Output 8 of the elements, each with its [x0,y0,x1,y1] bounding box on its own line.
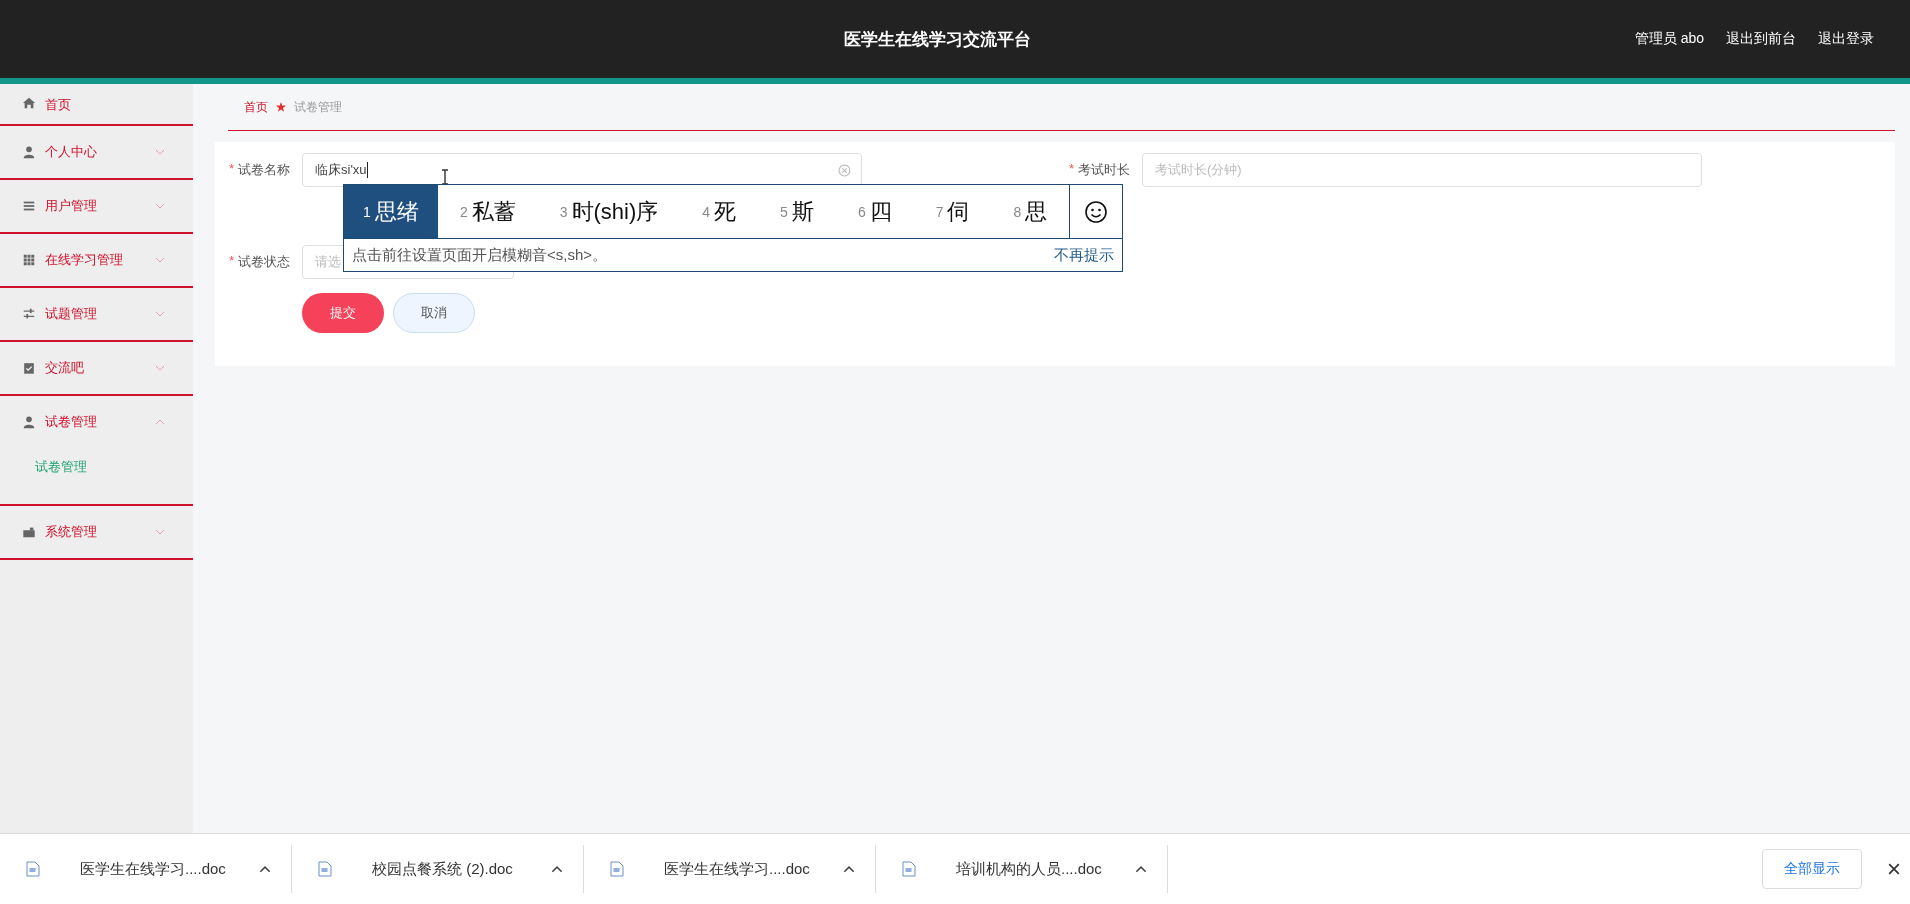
field-label: 试卷名称 [238,161,290,179]
field-label: 考试时长 [1078,161,1130,179]
required-mark: * [1068,161,1074,178]
required-mark: * [228,253,234,270]
field-label: 试卷状态 [238,253,290,271]
site-title: 医学生在线学习交流平台 [843,28,1031,51]
breadcrumb-item: 试卷管理 [294,98,342,116]
required-mark: * [228,161,234,178]
